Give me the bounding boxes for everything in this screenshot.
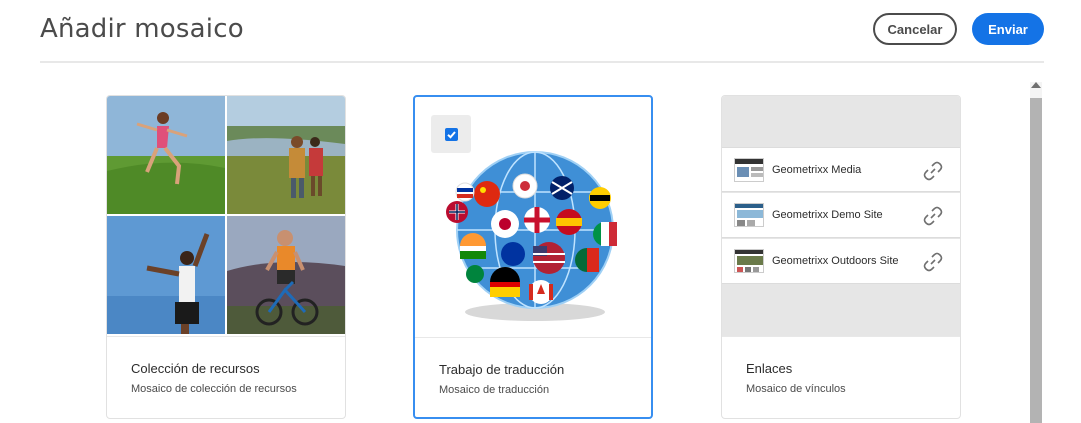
link-row-geometrixx-demo-site: Geometrixx Demo Site [722, 193, 960, 238]
link-icon [923, 252, 943, 272]
card-links[interactable]: Geometrixx Media Geometrixx Demo Site Ge… [721, 95, 961, 419]
hikers-photo [227, 96, 345, 214]
site-thumbnail [734, 249, 764, 273]
checkmark-icon [447, 131, 456, 139]
link-label: Geometrixx Demo Site [772, 209, 883, 221]
card-title: Colección de recursos [131, 361, 260, 376]
header-divider [40, 61, 1044, 63]
translation-thumbnail [415, 97, 651, 337]
card-subtitle: Mosaico de traducción [439, 384, 550, 396]
scroll-up-arrow-icon[interactable] [1031, 82, 1041, 88]
card-footer: Enlaces Mosaico de vínculos [722, 336, 960, 418]
link-icon [923, 161, 943, 181]
selected-checkbox[interactable] [445, 128, 458, 141]
card-title: Enlaces [746, 361, 793, 376]
link-label: Geometrixx Media [772, 164, 862, 176]
card-subtitle: Mosaico de colección de recursos [131, 383, 297, 395]
scrollbar-thumb[interactable] [1030, 98, 1042, 423]
link-label: Geometrixx Outdoors Site [772, 255, 899, 267]
cyclist-photo [227, 216, 345, 334]
site-thumbnail [734, 158, 764, 182]
send-button[interactable]: Enviar [972, 13, 1044, 45]
card-footer: Colección de recursos Mosaico de colecci… [107, 336, 345, 418]
card-asset-collection[interactable]: Colección de recursos Mosaico de colecci… [106, 95, 346, 419]
runner-photo [107, 96, 225, 214]
asset-collage-thumbnail [107, 96, 345, 336]
page-title: Añadir mosaico [40, 14, 244, 44]
selection-checkbox-area[interactable] [431, 115, 471, 153]
site-thumbnail [734, 203, 764, 227]
links-thumbnail: Geometrixx Media Geometrixx Demo Site Ge… [722, 96, 960, 336]
card-subtitle: Mosaico de vínculos [746, 383, 846, 395]
jumper-photo [107, 216, 225, 334]
card-footer: Trabajo de traducción Mosaico de traducc… [415, 337, 651, 417]
cancel-button[interactable]: Cancelar [873, 13, 957, 45]
link-row-geometrixx-outdoors-site: Geometrixx Outdoors Site [722, 239, 960, 284]
card-title: Trabajo de traducción [439, 362, 565, 377]
link-icon [923, 206, 943, 226]
card-translation-job[interactable]: Trabajo de traducción Mosaico de traducc… [413, 95, 653, 419]
globe-flags-icon [446, 151, 617, 321]
link-row-geometrixx-media: Geometrixx Media [722, 147, 960, 192]
